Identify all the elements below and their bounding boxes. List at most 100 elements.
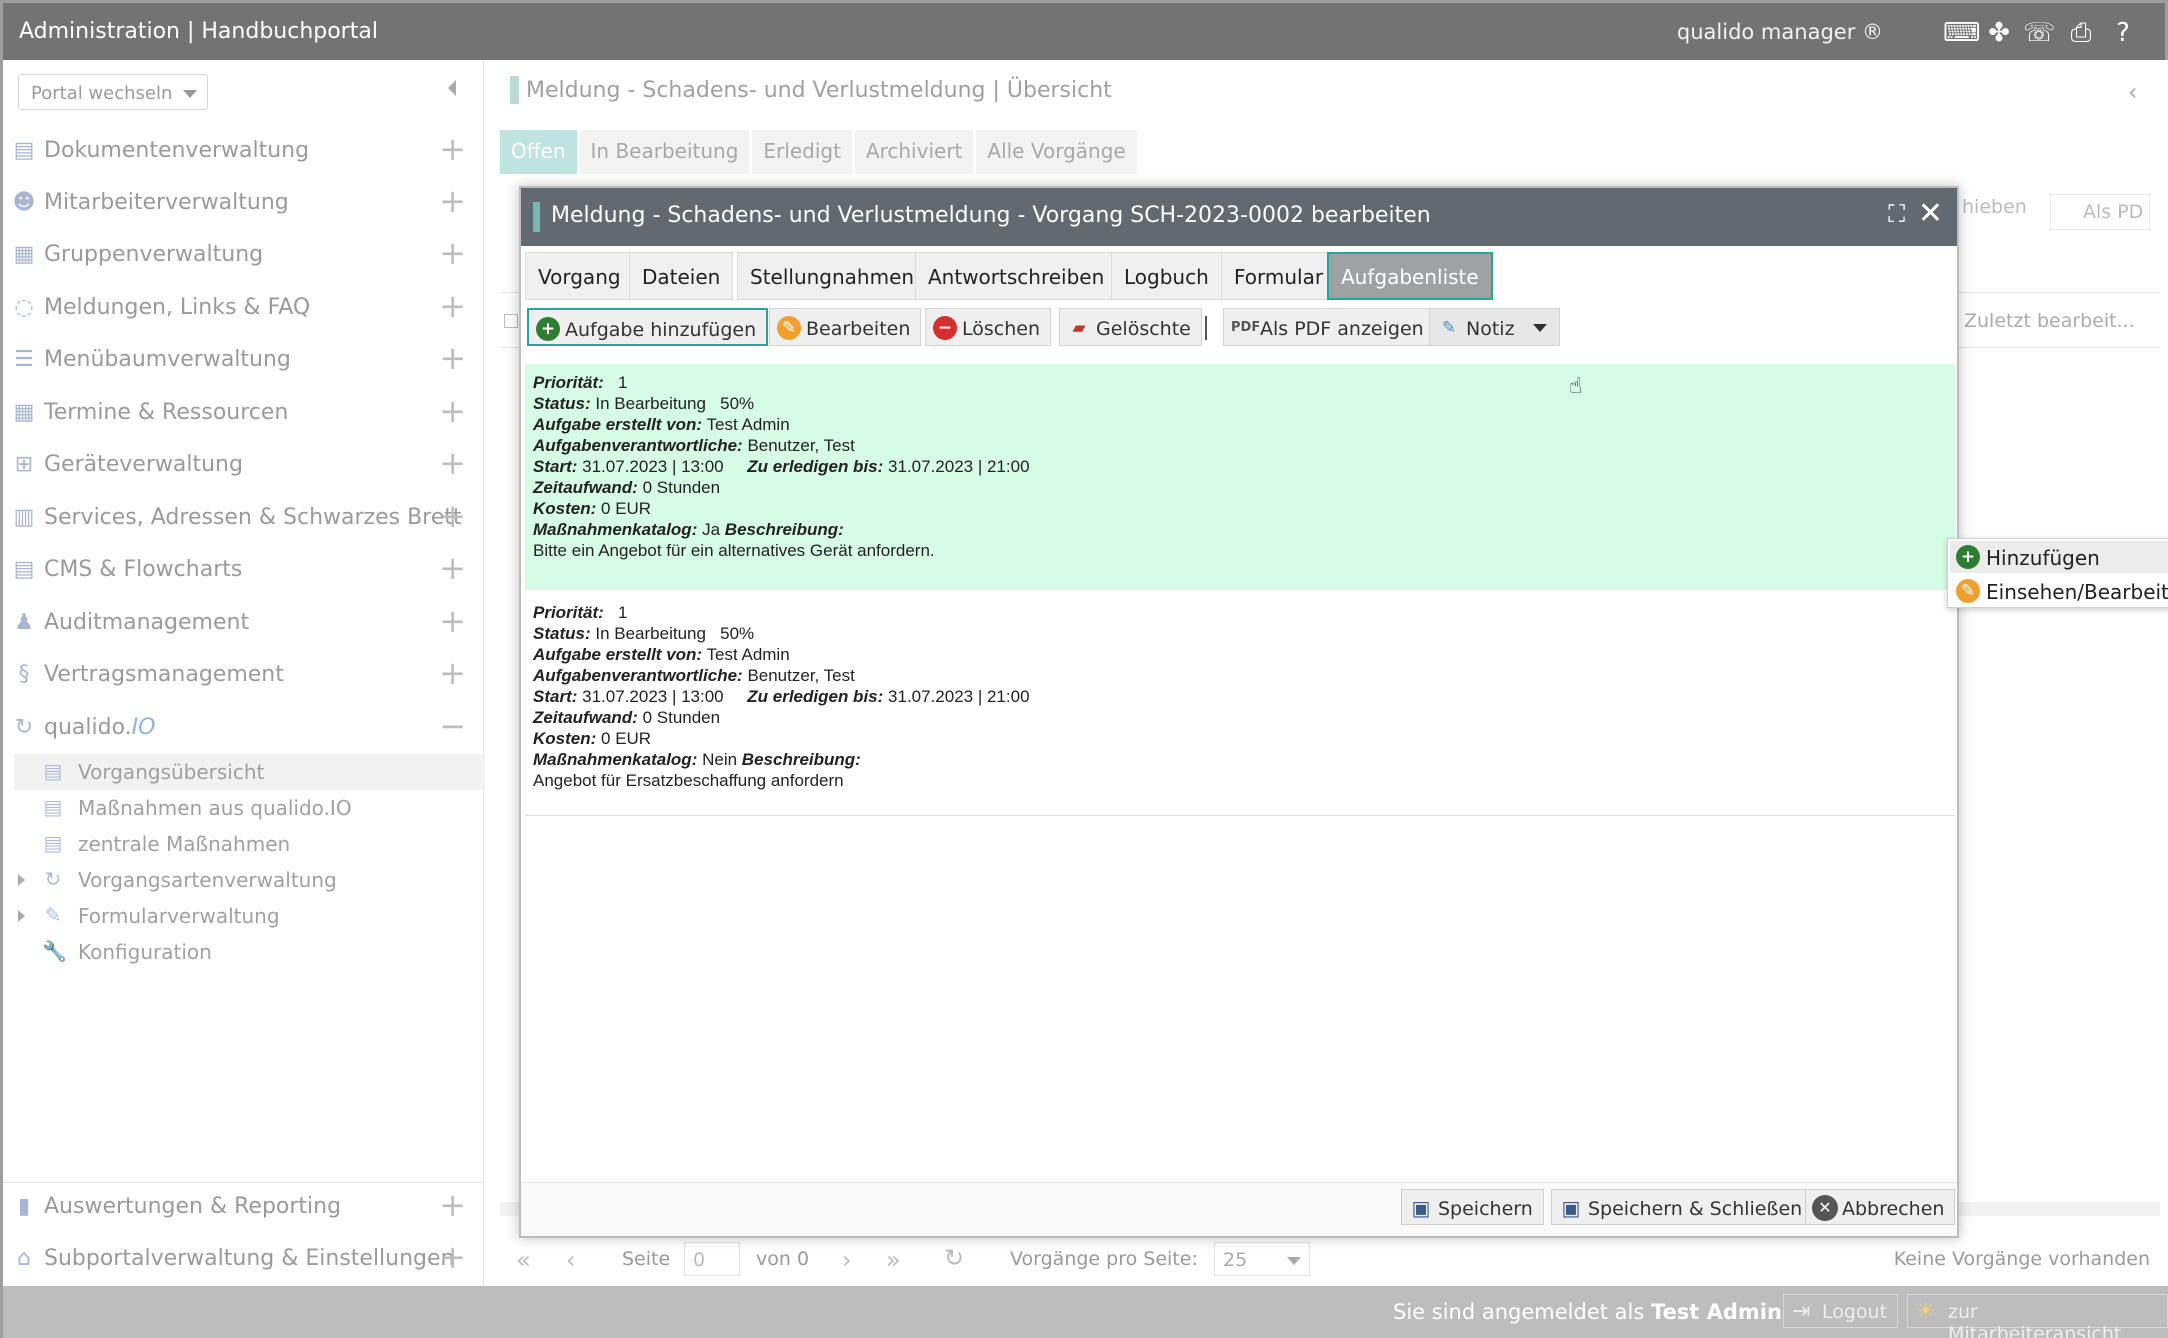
sidebar-item-meldungen[interactable]: ◌ Meldungen, Links & FAQ + <box>10 285 480 331</box>
effort-value: 0 Stunden <box>642 478 721 497</box>
fax-icon[interactable]: ☏ <box>2023 17 2056 49</box>
note-dropdown-menu: +Hinzufügen ✎Einsehen/Bearbeiten <box>1947 538 2168 608</box>
tab-offen[interactable]: Offen <box>500 130 577 174</box>
sidebar-item-dokumentenverwaltung[interactable]: ▤ Dokumentenverwaltung + <box>10 128 480 174</box>
sidebar-item-geraete[interactable]: ⊞ Geräteverwaltung + <box>10 442 480 488</box>
plus-icon[interactable]: + <box>439 287 466 325</box>
description-value: Bitte ein Angebot für ein alternatives G… <box>533 541 935 560</box>
task-row[interactable]: Priorität: 1 Status: In Bearbeitung 50% … <box>525 594 1955 816</box>
delete-button[interactable]: − Löschen <box>925 308 1051 346</box>
first-page-icon[interactable]: « <box>516 1246 531 1274</box>
plus-icon[interactable]: + <box>439 602 466 640</box>
tab-logbuch[interactable]: Logbuch <box>1111 252 1222 300</box>
tab-aufgabenliste[interactable]: Aufgabenliste <box>1327 252 1493 300</box>
sidebar-item-vertrag[interactable]: § Vertragsmanagement + <box>10 652 480 698</box>
status-bar: Sie sind angemeldet als Test Admin ⇥ Logo… <box>0 1286 2168 1338</box>
task-row[interactable]: Priorität: 1 Status: In Bearbeitung 50% … <box>525 364 1955 590</box>
sidebar-item-menuebaum[interactable]: ☰ Menübaumverwaltung + <box>10 337 480 383</box>
menu-item-hinzufuegen[interactable]: + Hinzufügen <box>1950 541 2168 573</box>
menu-item-label: Hinzufügen <box>1986 546 2100 570</box>
sidebar-item-auswertungen[interactable]: ▮ Auswertungen & Reporting + <box>10 1184 480 1230</box>
page-input[interactable]: 0 <box>684 1242 740 1276</box>
tab-antwortschreiben[interactable]: Antwortschreiben <box>915 252 1118 300</box>
plus-icon[interactable]: + <box>439 339 466 377</box>
sidebar-item-qualido-io[interactable]: ↻ qualido.IO − <box>10 705 480 751</box>
tab-stellungnahmen[interactable]: Stellungnahmen <box>737 252 928 300</box>
keyboard-icon[interactable]: ⌨ <box>1943 17 1981 49</box>
add-task-button[interactable]: + Aufgabe hinzufügen <box>527 308 769 346</box>
portal-select[interactable]: Portal wechseln <box>18 74 208 110</box>
page-of-label: von 0 <box>756 1248 810 1270</box>
tab-alle-vorgaenge[interactable]: Alle Vorgänge <box>976 130 1137 174</box>
cancel-button[interactable]: ✕ Abbrechen <box>1805 1189 1956 1225</box>
minus-icon[interactable]: − <box>439 707 466 745</box>
save-button[interactable]: ▣ Speichern <box>1401 1189 1544 1225</box>
last-page-icon[interactable]: » <box>886 1246 901 1274</box>
select-all-checkbox[interactable] <box>504 314 518 328</box>
collapse-right-icon[interactable]: ‹ <box>2128 78 2138 106</box>
sidebar-subitem-label: Formularverwaltung <box>78 904 280 928</box>
menu-item-einsehen-bearbeiten[interactable]: ✎Einsehen/Bearbeiten <box>1950 575 2168 607</box>
plus-icon[interactable]: + <box>439 497 466 535</box>
due-label: Zu erledigen bis: <box>747 457 884 476</box>
help-icon[interactable]: ? <box>2107 17 2139 49</box>
created-by-value: Test Admin <box>706 415 790 434</box>
tab-archiviert[interactable]: Archiviert <box>854 130 974 174</box>
collapse-sidebar-icon[interactable] <box>448 80 456 96</box>
tab-dateien[interactable]: Dateien <box>629 252 734 300</box>
sidebar-item-services[interactable]: ▥ Services, Adressen & Schwarzes Brett + <box>10 495 480 541</box>
plus-icon[interactable]: + <box>439 1238 466 1276</box>
title-accent <box>533 202 540 232</box>
fullscreen-icon[interactable]: ⛶ <box>1888 200 1905 228</box>
next-page-icon[interactable]: › <box>842 1246 852 1274</box>
refresh-icon[interactable]: ↻ <box>944 1244 964 1272</box>
sidebar-item-gruppenverwaltung[interactable]: ▦ Gruppenverwaltung + <box>10 232 480 278</box>
deleted-button[interactable]: ▰ Gelöschte <box>1059 308 1202 346</box>
expand-arrow-icon[interactable] <box>18 874 25 886</box>
effort-value: 0 Stunden <box>642 708 721 727</box>
sidebar-item-label: Menübaumverwaltung <box>44 347 291 372</box>
sidebar-item-termine[interactable]: ▦ Termine & Ressourcen + <box>10 390 480 436</box>
sidebar-subitem-zentrale[interactable]: ▤ zentrale Maßnahmen <box>14 826 482 862</box>
edit-button[interactable]: ✎ Bearbeiten <box>769 308 922 346</box>
sidebar-subitem-konfiguration[interactable]: 🔧 Konfiguration <box>14 934 482 970</box>
bg-toolbar-button[interactable]: hieben <box>1962 196 2027 218</box>
sidebar-subitem-vorgangsarten[interactable]: ↻ Vorgangsartenverwaltung <box>14 862 482 898</box>
printer-icon[interactable]: ⎙ <box>2065 17 2097 49</box>
sidebar-subitem-vorgangsuebersicht[interactable]: ▤ Vorgangsübersicht <box>14 754 482 790</box>
tab-erledigt[interactable]: Erledigt <box>752 130 852 174</box>
tab-vorgang[interactable]: Vorgang <box>525 252 634 300</box>
prev-page-icon[interactable]: ‹ <box>566 1246 576 1274</box>
column-header-zuletzt[interactable]: Zuletzt bearbeit... <box>1964 310 2135 332</box>
tab-formular[interactable]: Formular <box>1221 252 1337 300</box>
status-value: In Bearbeitung 50% <box>595 624 755 643</box>
bg-pdf-button[interactable]: Als PD <box>2050 194 2150 230</box>
close-icon[interactable]: ✕ <box>1918 196 1943 231</box>
plus-icon[interactable]: + <box>439 130 466 168</box>
logout-button[interactable]: ⇥ Logout <box>1783 1294 1899 1328</box>
tab-in-bearbeitung[interactable]: In Bearbeitung <box>579 130 750 174</box>
pdf-button[interactable]: PDF Als PDF anzeigen <box>1223 308 1435 346</box>
sidebar-item-cms[interactable]: ▤ CMS & Flowcharts + <box>10 547 480 593</box>
per-page-select[interactable]: 25 <box>1214 1242 1310 1276</box>
plus-icon[interactable]: + <box>439 444 466 482</box>
pencil-icon: ✎ <box>777 316 801 340</box>
plus-icon[interactable]: + <box>439 1186 466 1224</box>
expand-arrow-icon[interactable] <box>18 910 25 922</box>
sidebar-subitem-formular[interactable]: ✎ Formularverwaltung <box>14 898 482 934</box>
plus-icon[interactable]: + <box>439 549 466 587</box>
plus-icon[interactable]: + <box>439 654 466 692</box>
sidebar-subitem-massnahmen[interactable]: ▤ Maßnahmen aus qualido.IO <box>14 790 482 826</box>
employee-view-button[interactable]: ☀ zur Mitarbeiteransicht <box>1907 1294 2168 1338</box>
sidebar-item-audit[interactable]: ♟ Auditmanagement + <box>10 600 480 646</box>
sidebar-item-label: Auditmanagement <box>44 610 250 635</box>
responsible-label: Aufgabenverantwortliche: <box>533 436 743 455</box>
note-dropdown-button[interactable]: ✎ Notiz <box>1429 308 1560 346</box>
plus-icon[interactable]: + <box>439 182 466 220</box>
sidebar-item-mitarbeiterverwaltung[interactable]: ☻ Mitarbeiterverwaltung + <box>10 180 480 226</box>
save-close-button[interactable]: ▣ Speichern & Schließen <box>1551 1189 1814 1225</box>
sitemap-icon[interactable]: ✤ <box>1983 17 2015 49</box>
plus-icon[interactable]: + <box>439 392 466 430</box>
sidebar-item-subportal[interactable]: ⌂ Subportalverwaltung & Einstellungen + <box>10 1236 480 1282</box>
plus-icon[interactable]: + <box>439 234 466 272</box>
